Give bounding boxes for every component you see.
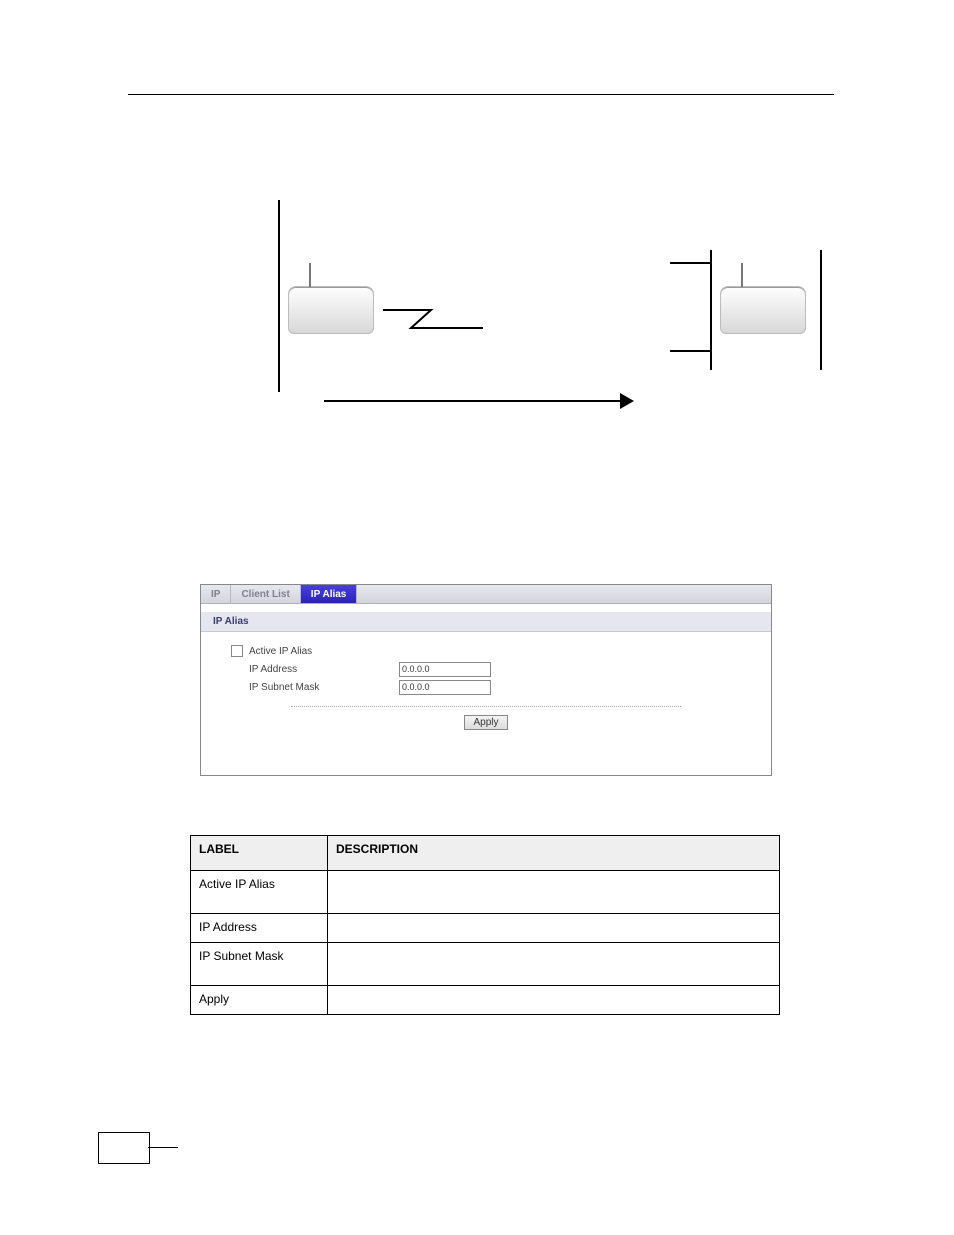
ip-alias-diagram: [260, 200, 860, 435]
table-row: Apply: [191, 986, 780, 1015]
section-title: IP Alias: [201, 612, 771, 632]
arrow-shaft: [324, 400, 624, 402]
wireless-zigzag-icon: [382, 302, 484, 336]
tab-bar: IP Client List IP Alias: [201, 585, 771, 604]
ip-alias-screenshot: IP Client List IP Alias IP Alias Active …: [200, 584, 772, 776]
active-ip-alias-label: Active IP Alias: [249, 646, 312, 657]
ip-alias-form: Active IP Alias IP Address 0.0.0.0 IP Su…: [201, 632, 771, 736]
ip-subnet-mask-label: IP Subnet Mask: [231, 682, 399, 693]
page-number-rule: [148, 1147, 178, 1148]
page-number-box: [98, 1132, 150, 1164]
document-page: IP Client List IP Alias IP Alias Active …: [0, 0, 954, 1235]
ip-address-label: IP Address: [231, 664, 399, 675]
field-description-table: LABEL DESCRIPTION Active IP Alias IP Add…: [190, 835, 780, 1015]
table-cell-desc: [328, 871, 780, 914]
apply-button[interactable]: Apply: [464, 715, 507, 730]
table-row: IP Subnet Mask: [191, 943, 780, 986]
form-separator: [291, 706, 681, 707]
table-cell-desc: [328, 943, 780, 986]
tab-ip[interactable]: IP: [201, 585, 231, 603]
arrow-right-icon: [620, 393, 634, 409]
ip-subnet-mask-input[interactable]: 0.0.0.0: [399, 680, 491, 695]
table-header-description: DESCRIPTION: [328, 836, 780, 871]
table-cell-desc: [328, 914, 780, 943]
router-icon: [288, 286, 374, 334]
lan-stub-line: [670, 262, 710, 264]
table-cell-label: IP Subnet Mask: [191, 943, 328, 986]
table-cell-label: IP Address: [191, 914, 328, 943]
router-icon: [720, 286, 806, 334]
table-row: IP Address: [191, 914, 780, 943]
tab-client-list[interactable]: Client List: [231, 585, 300, 603]
lan-bus-line-right-a: [710, 250, 712, 370]
ip-address-input[interactable]: 0.0.0.0: [399, 662, 491, 677]
tab-ip-alias[interactable]: IP Alias: [301, 585, 358, 603]
table-cell-label: Active IP Alias: [191, 871, 328, 914]
lan-stub-line: [670, 350, 710, 352]
table-cell-label: Apply: [191, 986, 328, 1015]
header-rule: [128, 94, 834, 95]
table-header-label: LABEL: [191, 836, 328, 871]
lan-bus-line-left: [278, 200, 280, 392]
table-row: Active IP Alias: [191, 871, 780, 914]
active-ip-alias-checkbox[interactable]: [231, 645, 243, 657]
table-cell-desc: [328, 986, 780, 1015]
lan-bus-line-right-b: [820, 250, 822, 370]
